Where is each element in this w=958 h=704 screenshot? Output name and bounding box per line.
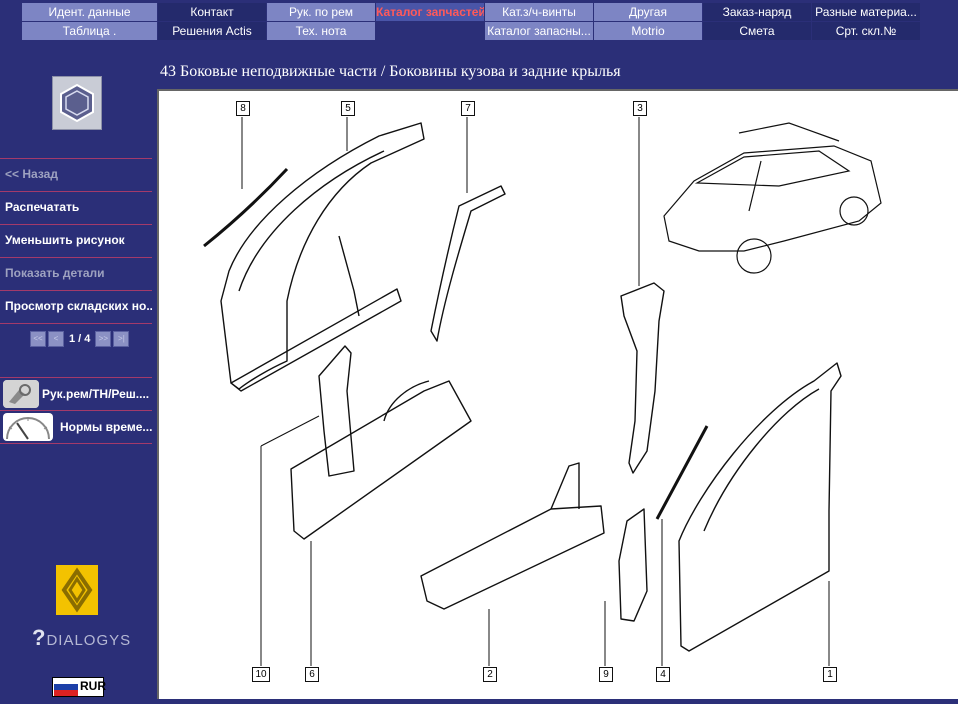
nav-tab-row1-1[interactable]: Идент. данные (22, 3, 157, 21)
renault-logo (56, 565, 98, 615)
repair-manual-label: Рук.рем/ТН/Реш.... (42, 387, 150, 401)
nav-tab-row2-4[interactable]: Каталог запасны... (485, 22, 593, 40)
page-indicator: 1 / 4 (69, 333, 91, 345)
callout-9[interactable]: 9 (599, 667, 613, 682)
parts-drawing (203, 117, 882, 666)
pager-separator (0, 323, 152, 324)
part-3-b-pillar[interactable] (620, 282, 665, 474)
nav-tab-row1-4[interactable]: Каталог запчастей (376, 3, 484, 21)
page-title: 43 Боковые неподвижные части / Боковины … (160, 63, 621, 80)
nav-tab-row2-6[interactable]: Смета (703, 22, 811, 40)
repair-manual-tool[interactable]: Рук.рем/ТН/Реш.... (0, 377, 152, 410)
currency-selector[interactable]: RUR (52, 677, 106, 697)
repair-manual-icon (3, 380, 39, 408)
callout-8[interactable]: 8 (236, 101, 250, 116)
nav-tab-row2-2[interactable]: Решения Actis (158, 22, 266, 40)
tools-separator (0, 443, 152, 444)
part-1-body-side[interactable] (678, 362, 842, 652)
print-button[interactable]: Распечатать (0, 191, 152, 224)
part-2-rocker[interactable] (420, 505, 605, 610)
part-6-lower-sill[interactable] (290, 380, 472, 540)
callout-3[interactable]: 3 (633, 101, 647, 116)
parts-diagram[interactable]: 8 5 7 3 10 6 2 9 4 1 (157, 89, 958, 699)
dialogys-logo-text: DIALOGYS (46, 632, 132, 649)
last-page-button[interactable]: >| (113, 331, 130, 347)
first-page-button[interactable]: << (30, 331, 46, 347)
nav-tab-row1-8[interactable]: Разные материа... (812, 3, 920, 21)
sidebar: << Назад Распечатать Уменьшить рисунок П… (0, 41, 157, 699)
nav-tab-row1-2[interactable]: Контакт (158, 3, 266, 21)
part-5-pillar-line (338, 235, 360, 317)
prev-page-button[interactable]: < (48, 331, 64, 347)
part-7-pillar[interactable] (430, 185, 506, 342)
callout-6[interactable]: 6 (305, 667, 319, 682)
next-page-button[interactable]: >> (95, 331, 112, 347)
russia-flag-icon (54, 678, 78, 696)
stock-view-button[interactable]: Просмотр складских но... (0, 290, 152, 323)
nav-tab-row1-6[interactable]: Другая (594, 3, 702, 21)
callout-4[interactable]: 4 (656, 667, 670, 682)
car-thumbnail (663, 122, 882, 274)
part-1-door-opening (703, 388, 820, 532)
shrink-image-button[interactable]: Уменьшить рисунок (0, 224, 152, 257)
nav-tab-row2-3[interactable]: Тех. нота (267, 22, 375, 40)
pager: << < 1 / 4 >> >| (30, 331, 130, 347)
nav-tab-row1-3[interactable]: Рук. по рем (267, 3, 375, 21)
nav-tab-row1-7[interactable]: Заказ-наряд (703, 3, 811, 21)
nav-tab-row2-7[interactable]: Срт. скл.№ (812, 22, 920, 40)
nav-tab-row2-5[interactable]: Motrio (594, 22, 702, 40)
part-5-side-frame[interactable] (220, 122, 425, 390)
currency-label: RUR (80, 679, 106, 693)
nut-icon[interactable] (52, 76, 102, 130)
time-norms-icon (3, 413, 53, 441)
part-9-lower-pillar[interactable] (618, 508, 648, 622)
show-details-button[interactable]: Показать детали (0, 257, 152, 290)
callout-7[interactable]: 7 (461, 101, 475, 116)
callout-2[interactable]: 2 (483, 667, 497, 682)
part-4-seal[interactable] (655, 425, 709, 520)
callout-5[interactable]: 5 (341, 101, 355, 116)
time-norms-label: Нормы време... (60, 420, 152, 434)
nav-tab-row2-1[interactable]: Таблица . (22, 22, 157, 40)
leader-lines (241, 117, 830, 666)
question-mark-icon: ? (32, 625, 47, 650)
callout-10[interactable]: 10 (252, 667, 270, 682)
part-10-inner-pillar[interactable] (318, 345, 355, 477)
back-link[interactable]: << Назад (0, 158, 152, 191)
callout-1[interactable]: 1 (823, 667, 837, 682)
top-navigation: Идент. данные Контакт Рук. по рем Каталог з… (0, 0, 958, 41)
time-norms-tool[interactable]: Нормы време... (0, 410, 152, 443)
part-2-riser (550, 462, 580, 510)
nav-tab-row1-5[interactable]: Кат.з/ч-винты (485, 3, 593, 21)
part-5-sill (230, 288, 402, 392)
dialogys-logo: ?DIALOGYS (32, 625, 131, 651)
